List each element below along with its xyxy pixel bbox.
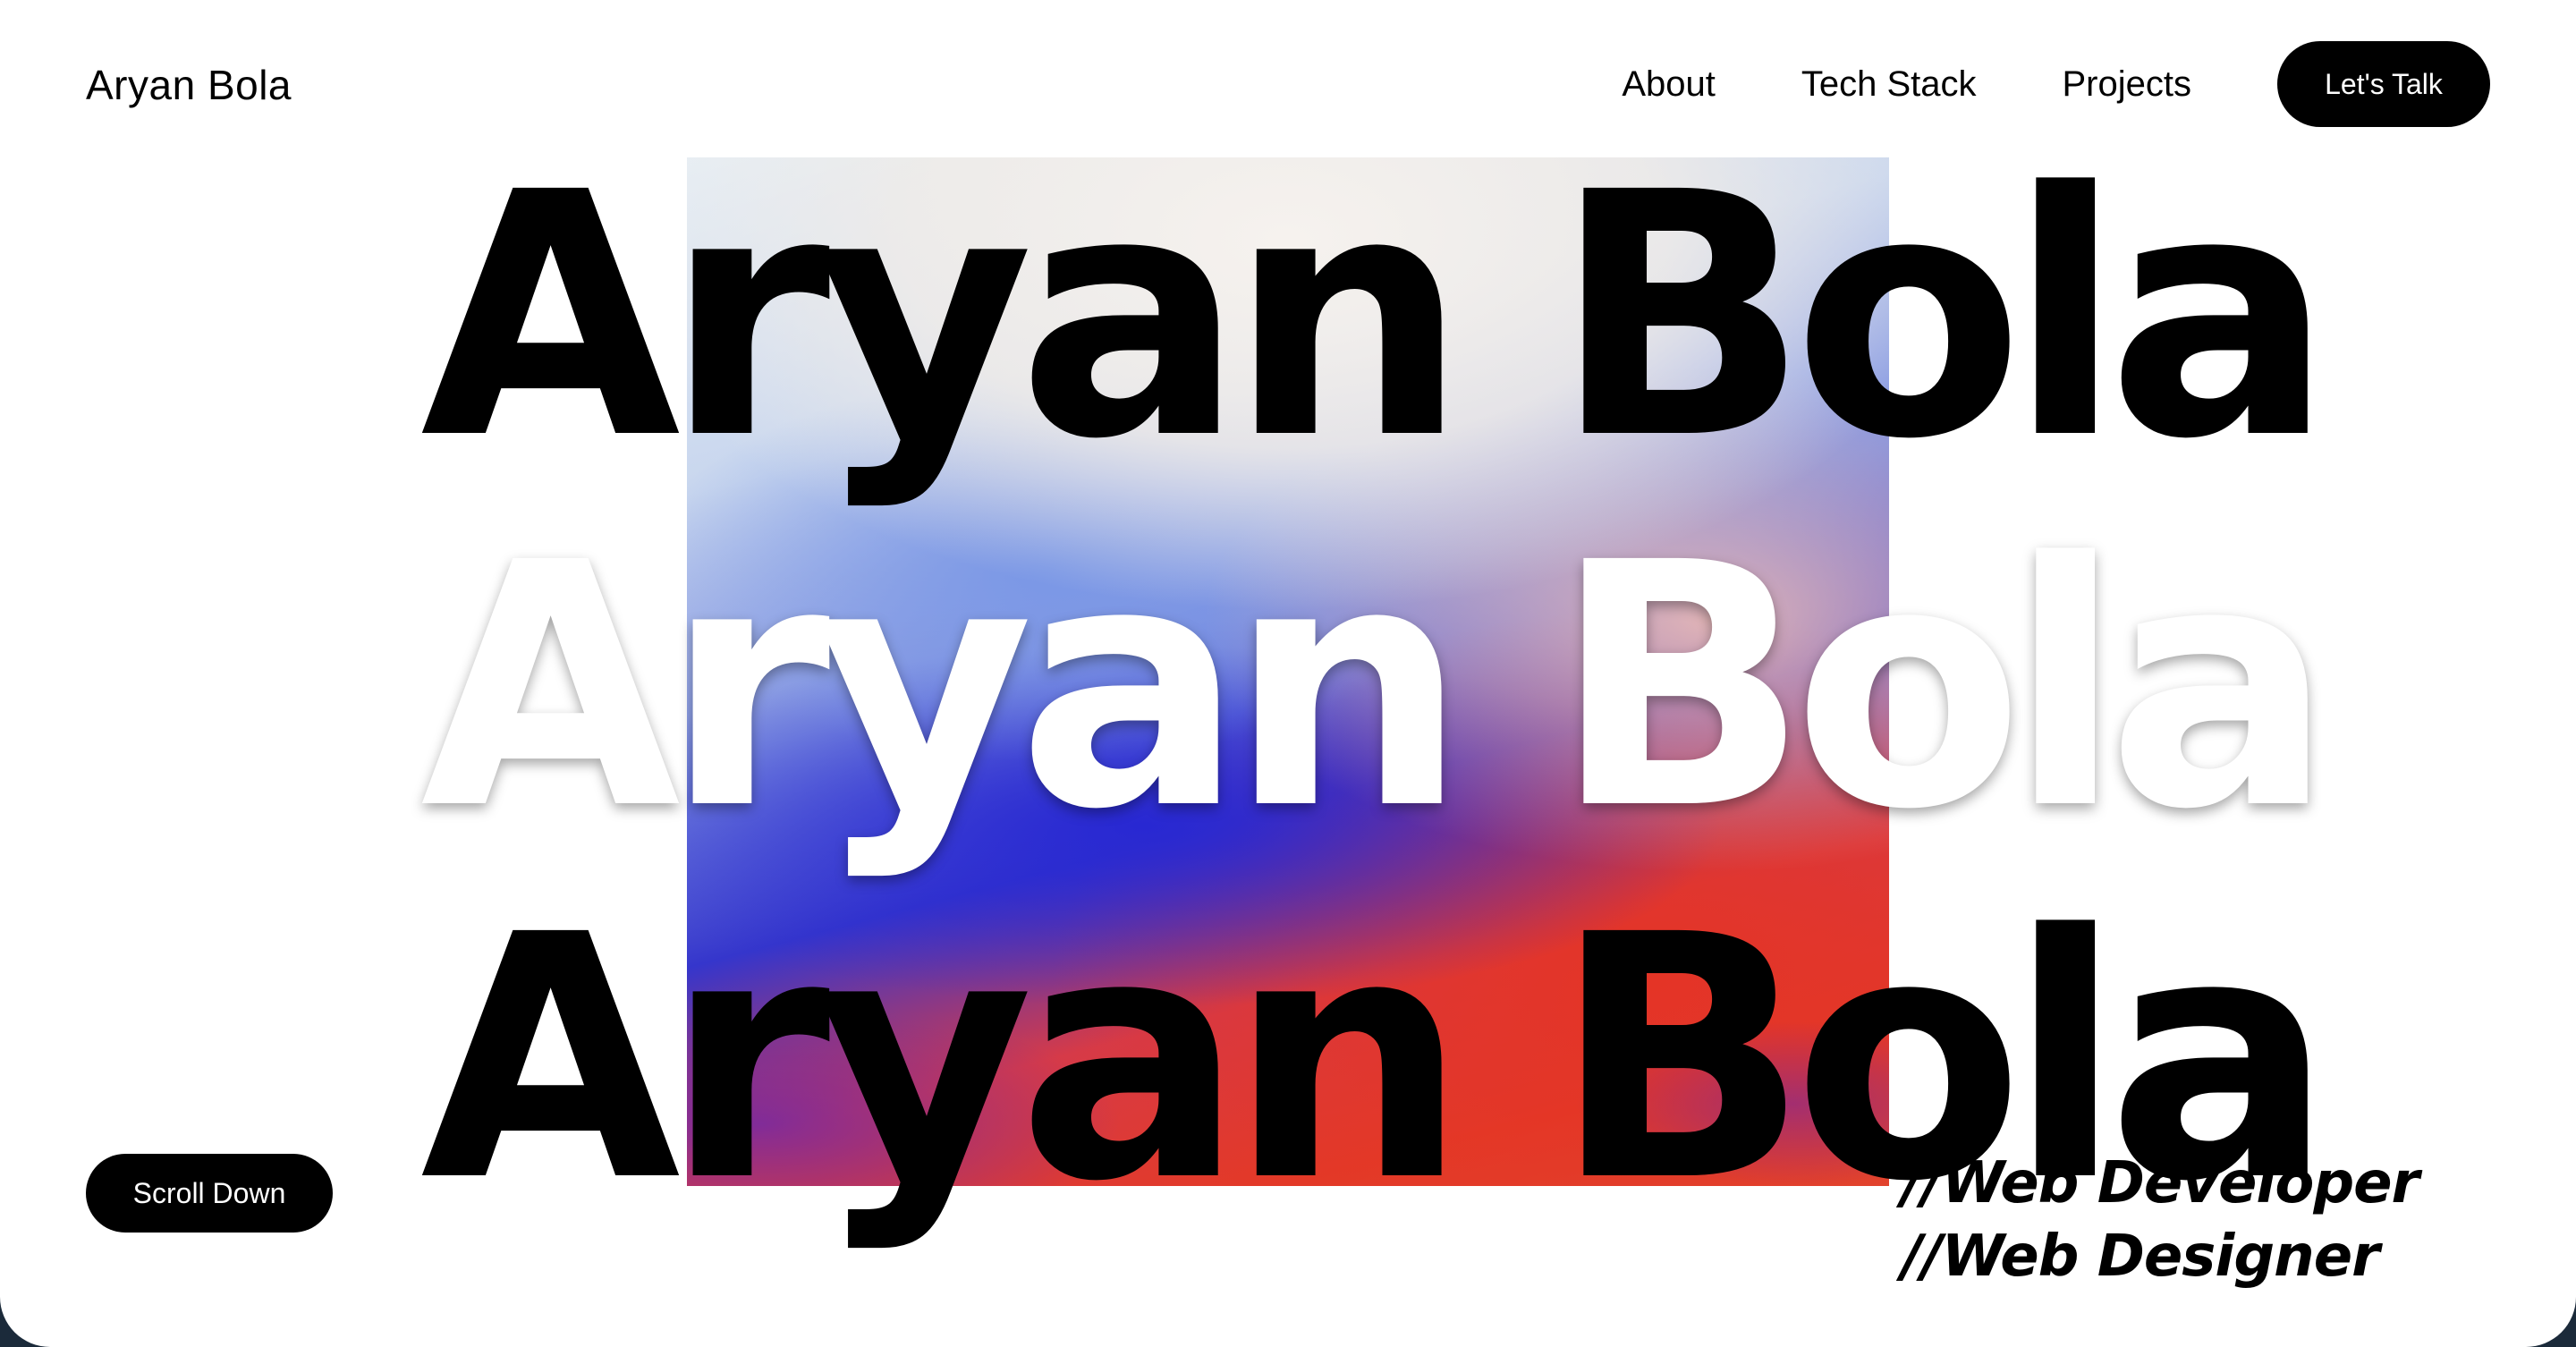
lets-talk-button[interactable]: Let's Talk — [2277, 41, 2490, 127]
scroll-down-button[interactable]: Scroll Down — [86, 1154, 333, 1233]
page: Aryan Bola About Tech Stack Projects Let… — [0, 0, 2576, 1347]
role-web-designer: //Web Designer — [1902, 1224, 2380, 1290]
role-web-developer: //Web Developer — [1902, 1150, 2419, 1216]
nav-link-projects[interactable]: Projects — [2063, 41, 2192, 127]
roles-list: //Web Developer //Web Designer — [1902, 1147, 2419, 1293]
hero-title-line-1: Aryan Bola — [420, 121, 2334, 513]
nav-link-about[interactable]: About — [1622, 41, 1716, 127]
main-nav: About Tech Stack Projects Let's Talk — [1622, 41, 2490, 127]
brand-logo[interactable]: Aryan Bola — [86, 61, 292, 109]
nav-link-tech-stack[interactable]: Tech Stack — [1801, 41, 1977, 127]
hero-title-line-2: Aryan Bola — [420, 491, 2334, 883]
